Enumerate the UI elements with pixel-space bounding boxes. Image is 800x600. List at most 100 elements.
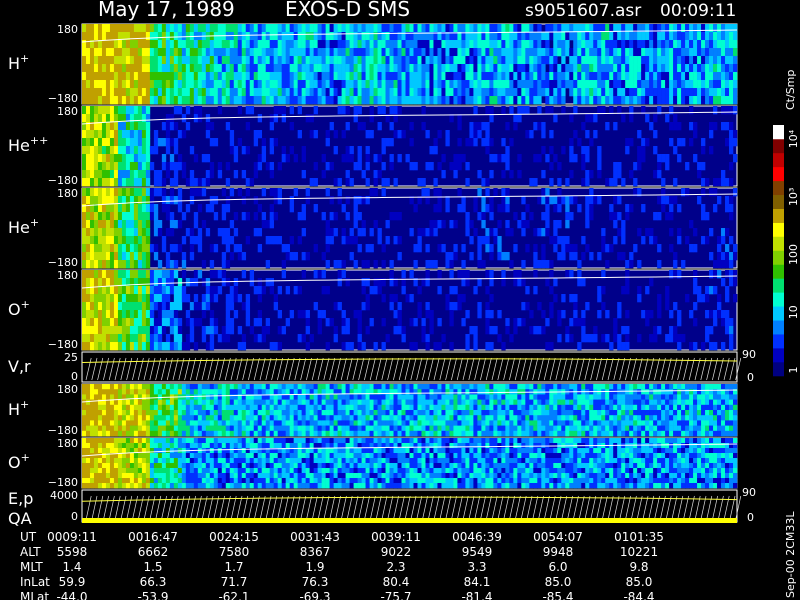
heat-cell xyxy=(605,425,610,432)
heat-cell xyxy=(265,24,271,33)
heat-cell xyxy=(573,80,578,89)
heat-cell xyxy=(325,188,330,197)
heat-cell xyxy=(573,24,578,33)
heat-cell xyxy=(457,188,462,197)
heat-cell xyxy=(569,252,574,261)
heat-cell xyxy=(101,48,107,57)
heat-cell xyxy=(545,384,550,390)
heat-cell xyxy=(281,399,286,406)
heat-cell xyxy=(393,64,398,73)
heat-cell xyxy=(493,72,498,81)
heat-cell xyxy=(181,40,187,49)
heat-cell xyxy=(189,48,195,57)
heat-cell xyxy=(101,154,107,163)
heat-cell xyxy=(133,244,139,253)
heat-cell xyxy=(577,278,582,287)
heat-cell xyxy=(125,415,131,421)
heat-cell xyxy=(425,88,430,97)
heat-cell xyxy=(109,162,115,171)
heat-cell xyxy=(429,384,434,390)
heat-cell xyxy=(685,88,690,97)
heat-cell xyxy=(605,80,610,89)
heat-cell xyxy=(485,106,490,115)
heat-cell xyxy=(509,88,514,97)
heat-cell xyxy=(285,80,290,89)
heat-cell xyxy=(693,122,698,131)
panel-6: 180−180H+ xyxy=(8,383,738,437)
heat-cell xyxy=(293,96,298,105)
heat-cell xyxy=(417,410,422,416)
heat-cell xyxy=(145,88,151,97)
heat-cell xyxy=(233,212,239,221)
heat-cell xyxy=(717,244,722,253)
heat-cell xyxy=(93,342,99,351)
heat-cell xyxy=(397,80,402,89)
heat-cell xyxy=(245,410,251,416)
heat-cell xyxy=(585,40,590,49)
heat-cell xyxy=(82,56,87,65)
heat-cell xyxy=(117,188,123,197)
heat-cell xyxy=(513,64,518,73)
heat-cell xyxy=(721,228,726,237)
heat-cell xyxy=(673,252,678,261)
heat-cell xyxy=(425,244,430,253)
heat-cell xyxy=(477,32,482,41)
heat-cell xyxy=(89,389,95,395)
heat-cell xyxy=(285,24,290,33)
heat-cell xyxy=(397,302,402,311)
heat-cell xyxy=(345,236,350,245)
heat-cell xyxy=(345,420,350,426)
heat-cell xyxy=(429,310,434,319)
heat-cell xyxy=(433,80,438,89)
heat-cell xyxy=(413,204,418,213)
heat-cell xyxy=(357,228,362,237)
heat-cell xyxy=(437,410,442,416)
heat-cell xyxy=(677,72,682,81)
heat-cell xyxy=(533,96,538,105)
heat-cell xyxy=(241,415,247,421)
heat-cell xyxy=(137,278,143,287)
heat-cell xyxy=(425,342,430,351)
heat-cell xyxy=(257,114,263,123)
heat-cell xyxy=(89,399,95,406)
heat-cell xyxy=(281,404,286,411)
heat-cell xyxy=(353,404,358,411)
heat-cell xyxy=(565,430,570,437)
heat-cell xyxy=(401,88,406,97)
heat-cell xyxy=(573,294,578,303)
heat-cell xyxy=(157,48,163,57)
heat-cell xyxy=(541,420,546,426)
heat-cell xyxy=(129,389,135,395)
heat-cell xyxy=(613,88,618,97)
heat-cell xyxy=(473,342,478,351)
heat-cell xyxy=(329,236,334,245)
heat-cell xyxy=(605,399,610,406)
heat-cell xyxy=(149,334,155,343)
heat-cell xyxy=(701,188,706,197)
heat-cell xyxy=(373,64,378,73)
heat-cell xyxy=(157,334,163,343)
heat-cell xyxy=(729,162,734,171)
heat-cell xyxy=(129,384,135,390)
heat-cell xyxy=(733,96,738,105)
heat-cell xyxy=(341,96,346,105)
heat-cell xyxy=(701,48,706,57)
heat-cell xyxy=(561,394,566,400)
heat-cell xyxy=(673,326,678,335)
heat-cell xyxy=(497,389,502,395)
heat-cell xyxy=(245,56,251,65)
heat-cell xyxy=(85,410,91,416)
heat-cell xyxy=(317,318,322,327)
heat-cell xyxy=(93,188,99,197)
heat-cell xyxy=(93,88,99,97)
heat-cell xyxy=(577,72,582,81)
heat-cell xyxy=(417,302,422,311)
heat-cell xyxy=(525,404,530,411)
heat-cell xyxy=(593,334,598,343)
heat-cell xyxy=(141,170,147,179)
heat-cell xyxy=(377,96,382,105)
heat-cell xyxy=(617,56,622,65)
heat-cell xyxy=(421,384,426,390)
heat-cell xyxy=(509,415,514,421)
heat-cell xyxy=(525,425,530,432)
